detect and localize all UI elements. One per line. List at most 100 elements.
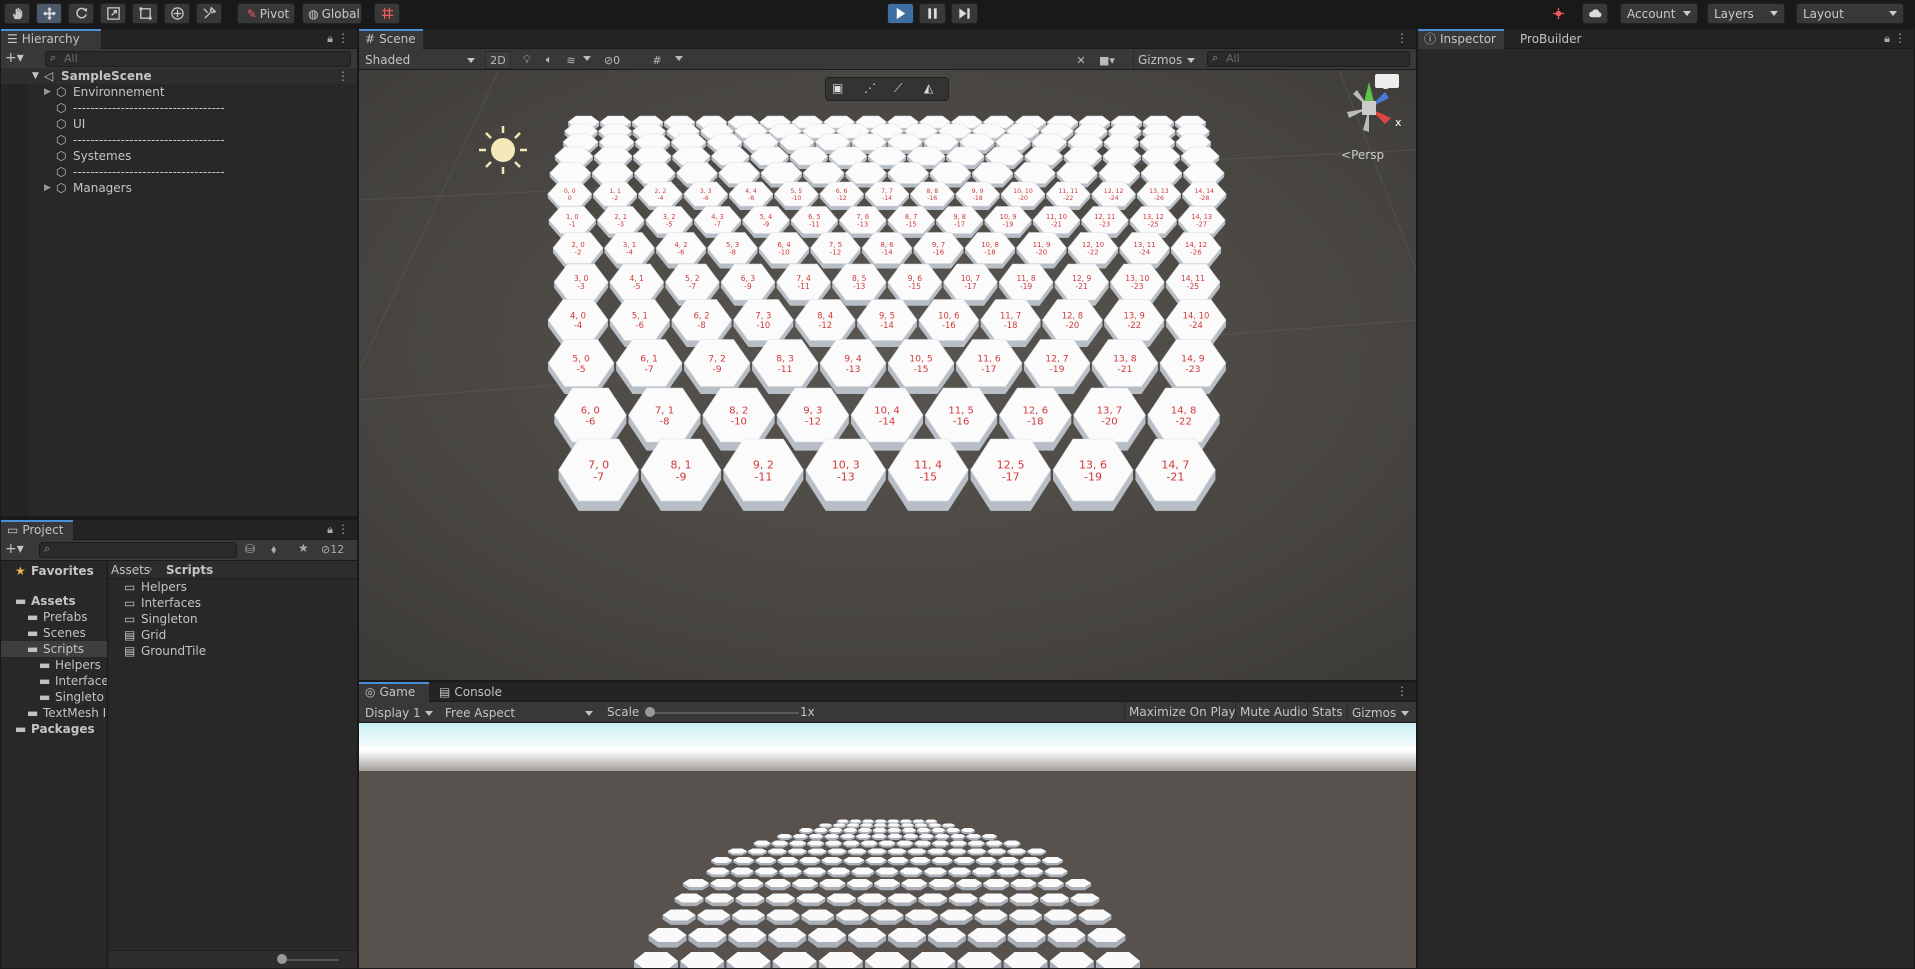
cube-icon[interactable]: ▣ [832,81,843,95]
scene-viewport[interactable]: 0, 0 0 1, 1 -2 2, 2 -4 3, 3 -6 4, 4 -8 5, 5 -10 6, 6… [359,70,1416,680]
pause-button[interactable] [919,3,946,24]
pivot-toggle[interactable]: ✎ Pivot [237,3,295,24]
project-tree-item[interactable]: ▬ Scripts [1,641,107,657]
tab-probuilder[interactable]: ProBuilder [1514,29,1594,49]
orientation-gizmo[interactable]: x z [1329,72,1409,142]
play-button[interactable] [887,3,914,24]
search-by-label-icon[interactable]: ⬧ [271,542,276,557]
more-options-icon[interactable]: ⋮ [337,31,349,45]
face-icon[interactable]: ◭ [924,81,933,95]
tab-console[interactable]: ▤ Console [433,682,511,702]
hidden-objects-toggle[interactable]: ⊘ 0 [597,51,627,69]
game-gizmos-dropdown[interactable]: Gizmos [1347,704,1413,722]
project-tree-item[interactable]: ▬ Prefabs [1,609,107,625]
lock-icon[interactable]: 🔒︎ [1884,32,1890,46]
project-tree-item[interactable]: ▬ Helpers [1,657,107,673]
tab-hierarchy[interactable]: ☰ Hierarchy [1,29,101,49]
draw-mode-dropdown[interactable]: Shaded [361,51,479,69]
hierarchy-item[interactable]: ▶ ⬡ Managers [1,180,357,196]
vertex-icon[interactable]: ⋰ [864,81,876,95]
expanded-arrow-icon[interactable]: ▼ [32,68,39,84]
hierarchy-item[interactable]: ▶ ⬡ Environnement [1,84,357,100]
edge-icon[interactable]: ⟋ [894,81,902,96]
effects-dropdown[interactable]: ≋ [561,51,581,69]
stats-toggle[interactable]: Stats [1307,702,1347,722]
scene-search-input[interactable]: All [1207,51,1410,67]
hierarchy-search-input[interactable]: All [45,51,351,67]
project-tree-item[interactable]: ★ Favorites [1,563,107,579]
camera-settings-dropdown[interactable]: ■▾ [1094,51,1120,69]
chevron-down-icon[interactable] [583,56,591,61]
aspect-dropdown[interactable]: Free Aspect [441,704,597,722]
global-toggle[interactable]: ◍ Global [302,3,362,24]
hand-tool-button[interactable] [4,3,30,24]
audio-toggle[interactable]: 🔈︎ [539,51,559,69]
scene-menu-icon[interactable]: ⋮ [337,68,349,84]
2d-toggle[interactable]: 2D [485,51,511,69]
cloud-button[interactable] [1582,3,1608,24]
tab-inspector[interactable]: ⓘ Inspector [1418,29,1504,49]
search-by-type-icon[interactable]: ⛁ [245,542,255,556]
collapsed-arrow-icon[interactable]: ▶ [44,84,51,100]
tab-scene[interactable]: # Scene [359,29,423,49]
step-button[interactable] [951,3,978,24]
add-object-button[interactable]: +▾ [5,50,24,66]
mute-audio-toggle[interactable]: Mute Audio [1235,702,1312,722]
rotate-tool-button[interactable] [68,3,94,24]
display-dropdown[interactable]: Display 1 [361,704,437,722]
game-viewport[interactable] [359,723,1416,968]
lighting-toggle[interactable]: 💡︎ [517,51,537,69]
project-file-item[interactable]: ▭ Interfaces [108,595,357,611]
scene-row[interactable]: ▼ ◁ SampleScene ⋮ [1,68,357,84]
project-tree-item[interactable]: ▬ Interface [1,673,107,689]
scale-slider-track[interactable] [649,712,799,714]
project-tree-item[interactable]: ▬ Scenes [1,625,107,641]
layers-dropdown[interactable]: Layers [1707,3,1785,24]
lock-icon[interactable]: 🔒︎ [327,523,333,537]
favorite-star-icon[interactable]: ★ [298,541,309,555]
maximize-on-play-toggle[interactable]: Maximize On Play [1124,702,1240,722]
project-tree-item[interactable]: ▬ Packages [1,721,107,737]
project-file-item[interactable]: ▤ Grid [108,627,357,643]
collapsed-arrow-icon[interactable]: ▶ [44,180,51,196]
scale-tool-button[interactable] [100,3,126,24]
projection-toggle[interactable]: <Persp [1341,148,1384,162]
project-tree-item[interactable]: ▬ Assets [1,593,107,609]
hidden-packages-toggle[interactable]: ⊘12 [321,543,344,556]
layout-dropdown[interactable]: Layout [1796,3,1904,24]
tab-project[interactable]: ▭ Project [1,520,73,540]
icon-size-slider-thumb[interactable] [277,954,287,964]
more-options-icon[interactable]: ⋮ [1396,31,1408,45]
project-tree-item[interactable]: ▬ Singleto [1,689,107,705]
hierarchy-item[interactable]: ⬡ ----------------------------------- [1,132,357,148]
icon-size-slider-track[interactable] [279,959,339,961]
project-file-item[interactable]: ▤ GroundTile [108,643,357,659]
more-options-icon[interactable]: ⋮ [337,522,349,536]
rect-tool-button[interactable] [132,3,158,24]
breadcrumb-scripts[interactable]: Scripts [166,563,213,577]
account-dropdown[interactable]: Account [1620,3,1698,24]
gizmos-dropdown[interactable]: Gizmos [1133,51,1199,69]
more-options-icon[interactable]: ⋮ [1396,684,1408,698]
transform-tool-button[interactable] [164,3,190,24]
project-file-item[interactable]: ▭ Helpers [108,579,357,595]
hierarchy-item[interactable]: ⬡ ----------------------------------- [1,164,357,180]
tools-toggle[interactable]: ✕ [1071,51,1091,69]
lock-icon[interactable]: 🔒︎ [327,32,333,46]
hierarchy-item[interactable]: ⬡ ----------------------------------- [1,100,357,116]
more-options-icon[interactable]: ⋮ [1894,31,1906,45]
collab-button[interactable] [1545,3,1571,24]
breadcrumb-assets[interactable]: Assets [111,563,150,577]
create-asset-button[interactable]: +▾ [5,541,24,557]
project-tree-item[interactable]: ▬ TextMesh I [1,705,107,721]
custom-tool-button[interactable] [196,3,222,24]
project-search-input[interactable] [39,542,237,558]
move-tool-button[interactable] [36,3,62,24]
chevron-down-icon[interactable] [675,56,683,61]
grid-snap-button[interactable] [374,3,400,24]
hierarchy-item[interactable]: ⬡ Systemes [1,148,357,164]
tab-game[interactable]: ◎ Game [359,682,429,702]
hierarchy-item[interactable]: ⬡ UI [1,116,357,132]
grid-toggle[interactable]: # [647,51,667,69]
scale-slider-thumb[interactable] [645,707,655,717]
